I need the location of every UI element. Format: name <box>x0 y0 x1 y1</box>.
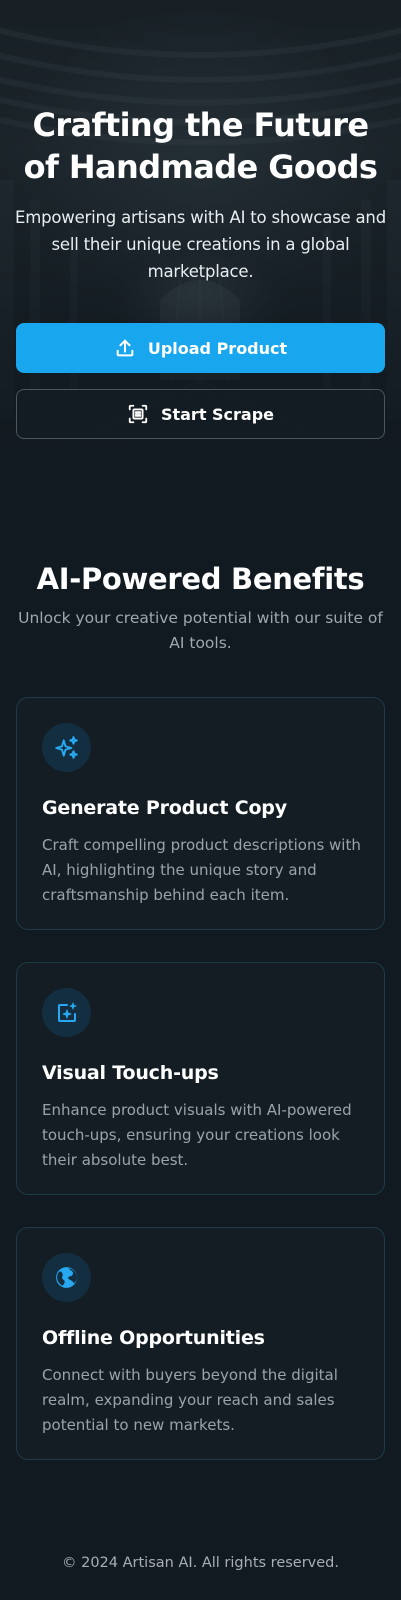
image-sparkle-icon <box>42 988 91 1037</box>
upload-product-button[interactable]: Upload Product <box>16 323 385 373</box>
hero-content: Crafting the Future of Handmade Goods Em… <box>0 0 401 500</box>
hero-section: Crafting the Future of Handmade Goods Em… <box>0 0 401 500</box>
benefit-card-visual-touchups: Visual Touch-ups Enhance product visuals… <box>16 962 385 1195</box>
upload-icon <box>114 337 136 359</box>
start-scrape-label: Start Scrape <box>160 404 275 424</box>
benefit-card-text: Craft compelling product descriptions wi… <box>42 836 361 904</box>
hero-subtitle: Empowering artisans with AI to showcase … <box>15 208 386 281</box>
landing-page: Crafting the Future of Handmade Goods Em… <box>0 0 401 1600</box>
scan-icon <box>127 403 149 425</box>
hero-title: Crafting the Future of Handmade Goods <box>23 106 378 186</box>
benefits-subtitle: Unlock your creative potential with our … <box>18 609 383 652</box>
benefit-card-offline-opportunities: Offline Opportunities Connect with buyer… <box>16 1227 385 1460</box>
benefits-title: AI-Powered Benefits <box>36 562 365 596</box>
upload-product-label: Upload Product <box>147 338 288 358</box>
start-scrape-button[interactable]: Start Scrape <box>16 389 385 439</box>
globe-icon <box>42 1253 91 1302</box>
benefit-card-text: Enhance product visuals with AI-powered … <box>42 1101 352 1169</box>
footer-copyright: © 2024 Artisan AI. All rights reserved. <box>61 1555 339 1571</box>
benefit-card-product-copy: Generate Product Copy Craft compelling p… <box>16 697 385 930</box>
benefit-card-title: Visual Touch-ups <box>42 1062 219 1084</box>
benefit-card-title: Offline Opportunities <box>42 1327 265 1349</box>
benefit-card-text: Connect with buyers beyond the digital r… <box>42 1366 338 1434</box>
sparkles-icon <box>42 723 91 772</box>
benefit-card-title: Generate Product Copy <box>42 797 287 819</box>
